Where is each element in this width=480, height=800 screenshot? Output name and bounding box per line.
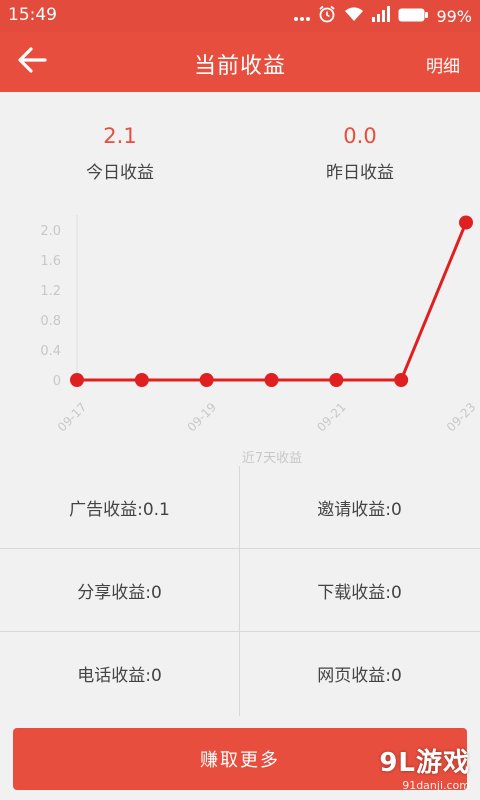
data-point-09-19 [199, 373, 214, 387]
y-tick-label: 2.0 [40, 224, 61, 239]
status-icons: 99% [294, 5, 472, 27]
y-tick-label: 1.6 [40, 254, 61, 269]
series-line [77, 221, 468, 382]
stat-webpage-earnings[interactable]: 网页收益:0 [240, 632, 479, 715]
alarm-icon [318, 5, 336, 27]
line-chart: 0 0.4 0.8 1.2 1.6 2.0 09-17 09-19 09-21 09-23 近7天收… [40, 215, 479, 466]
battery-icon [398, 7, 429, 26]
today-earnings: 2.1 今日收益 [20, 118, 220, 183]
wifi-icon [344, 6, 364, 26]
x-tick-label: 09-19 [185, 400, 220, 435]
today-earnings-value: 2.1 [103, 124, 137, 148]
stat-share-earnings[interactable]: 分享收益:0 [0, 549, 239, 632]
y-tick-label: 0 [53, 374, 61, 389]
data-point-09-17 [70, 373, 84, 387]
more-dots-icon [294, 7, 311, 26]
data-point-09-23 [459, 215, 473, 230]
signal-icon [372, 6, 391, 26]
data-point-09-20 [264, 373, 279, 387]
yesterday-earnings-value: 0.0 [343, 124, 377, 148]
watermark-logo: 9L游戏 91danji.com [379, 742, 470, 792]
earnings-breakdown: 广告收益:0.1 邀请收益:0 分享收益:0 下载收益:0 电话收益:0 网页收… [0, 466, 480, 716]
detail-button[interactable]: 明细 [426, 52, 460, 77]
data-point-09-18 [134, 373, 149, 387]
today-earnings-label: 今日收益 [86, 163, 154, 183]
y-tick-label: 0.4 [40, 344, 61, 359]
status-time: 15:49 [8, 5, 57, 25]
battery-percent: 99% [436, 6, 472, 26]
y-tick-label: 0.8 [40, 314, 61, 329]
status-bar: 15:49 99% [0, 0, 480, 32]
yesterday-earnings-label: 昨日收益 [326, 163, 394, 183]
title-bar: 当前收益 明细 [0, 32, 480, 92]
page-title: 当前收益 [193, 54, 286, 79]
x-tick-label: 09-21 [314, 400, 349, 435]
x-tick-label: 09-17 [55, 400, 90, 435]
watermark-sub: 91danji.com [402, 779, 470, 792]
x-axis-title: 近7天收益 [242, 451, 302, 466]
stat-invite-earnings[interactable]: 邀请收益:0 [240, 466, 479, 549]
stat-phone-earnings[interactable]: 电话收益:0 [0, 632, 239, 715]
earnings-summary: 2.1 今日收益 0.0 昨日收益 [0, 118, 480, 198]
divider [239, 466, 240, 716]
stat-ad-earnings[interactable]: 广告收益:0.1 [0, 466, 239, 549]
yesterday-earnings: 0.0 昨日收益 [260, 118, 460, 183]
earnings-chart: 0 0.4 0.8 1.2 1.6 2.0 09-17 09-19 09-21 09-23 近7天收… [0, 205, 480, 470]
data-point-09-22 [394, 373, 409, 387]
y-tick-label: 1.2 [40, 284, 61, 299]
x-tick-label: 09-23 [444, 400, 479, 435]
data-point-09-21 [329, 373, 344, 387]
stat-download-earnings[interactable]: 下载收益:0 [240, 549, 479, 632]
watermark-main: 9L游戏 [379, 748, 470, 778]
